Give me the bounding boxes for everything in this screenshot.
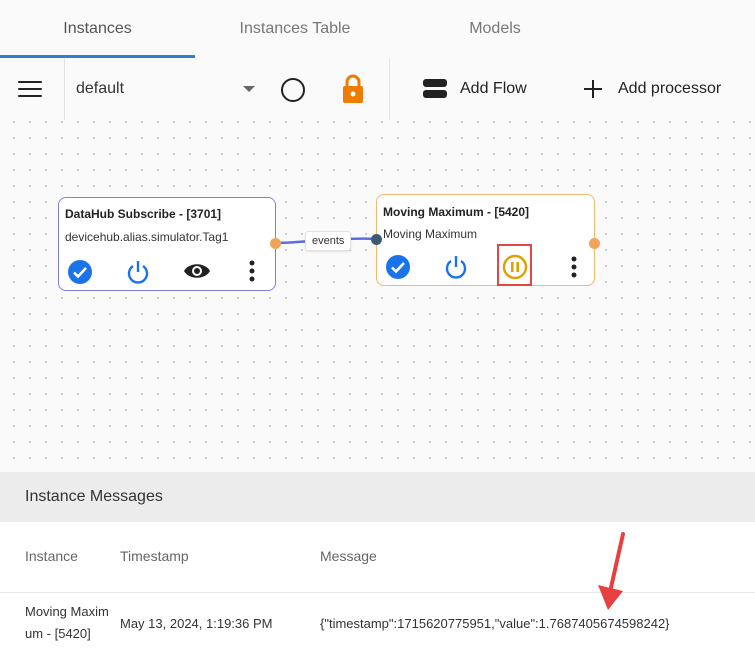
instance-cell-line2: um - [5420] — [25, 626, 91, 641]
check-circle-icon[interactable] — [67, 259, 93, 285]
more-vert-icon[interactable] — [571, 256, 577, 278]
edge-label[interactable]: events — [305, 231, 352, 251]
more-vert-icon[interactable] — [249, 260, 255, 282]
toolbar: default Add Flow Add processor — [0, 58, 755, 121]
node-title: Moving Maximum - [5420] — [383, 205, 530, 219]
output-port[interactable] — [589, 238, 600, 249]
node-subtitle: Moving Maximum — [383, 227, 478, 241]
column-header-instance: Instance — [25, 548, 78, 564]
column-header-timestamp: Timestamp — [120, 548, 189, 564]
add-flow-label: Add Flow — [460, 80, 527, 97]
divider — [0, 592, 755, 593]
timestamp-cell: May 13, 2024, 1:19:36 PM — [120, 616, 273, 631]
tab-instances[interactable]: Instances — [0, 0, 195, 58]
node-subtitle: devicehub.alias.simulator.Tag1 — [65, 230, 229, 244]
flow-icon — [423, 79, 447, 98]
flow-select-value: default — [76, 80, 125, 97]
input-port[interactable] — [371, 234, 382, 245]
power-icon[interactable] — [125, 259, 151, 285]
chevron-down-icon — [243, 86, 255, 92]
tab-instances-table[interactable]: Instances Table — [195, 0, 395, 58]
messages-header: Instance Messages — [0, 472, 755, 522]
menu-icon[interactable] — [18, 81, 42, 97]
divider — [64, 58, 65, 120]
processor-node-moving-maximum[interactable]: Moving Maximum - [5420] Moving Maximum — [376, 194, 595, 286]
add-processor-button[interactable]: Add processor — [580, 58, 750, 120]
tab-models[interactable]: Models — [395, 0, 595, 58]
message-cell: {"timestamp":1715620775951,"value":1.768… — [320, 616, 670, 631]
column-header-message: Message — [320, 548, 377, 564]
eye-icon[interactable] — [183, 261, 211, 281]
flow-select[interactable]: default — [66, 58, 266, 120]
highlight-box — [497, 244, 532, 286]
edge-connector — [275, 237, 377, 245]
processor-node-datahub-subscribe[interactable]: DataHub Subscribe - [3701] devicehub.ali… — [58, 197, 276, 291]
output-port[interactable] — [270, 238, 281, 249]
flow-canvas[interactable]: events DataHub Subscribe - [3701] device… — [0, 120, 755, 472]
add-processor-label: Add processor — [618, 80, 722, 97]
node-title: DataHub Subscribe - [3701] — [65, 207, 222, 221]
add-flow-button[interactable]: Add Flow — [420, 58, 540, 120]
plus-icon — [584, 80, 602, 98]
power-icon[interactable] — [443, 254, 469, 280]
annotation-arrow — [598, 532, 625, 610]
check-circle-icon[interactable] — [385, 254, 411, 280]
divider — [389, 58, 390, 120]
messages-title: Instance Messages — [25, 488, 163, 505]
circle-icon[interactable] — [281, 78, 305, 102]
lock-icon[interactable] — [342, 74, 364, 104]
tab-bar: Instances Instances Table Models — [0, 0, 755, 59]
instance-cell-line1: Moving Maxim — [25, 604, 109, 619]
